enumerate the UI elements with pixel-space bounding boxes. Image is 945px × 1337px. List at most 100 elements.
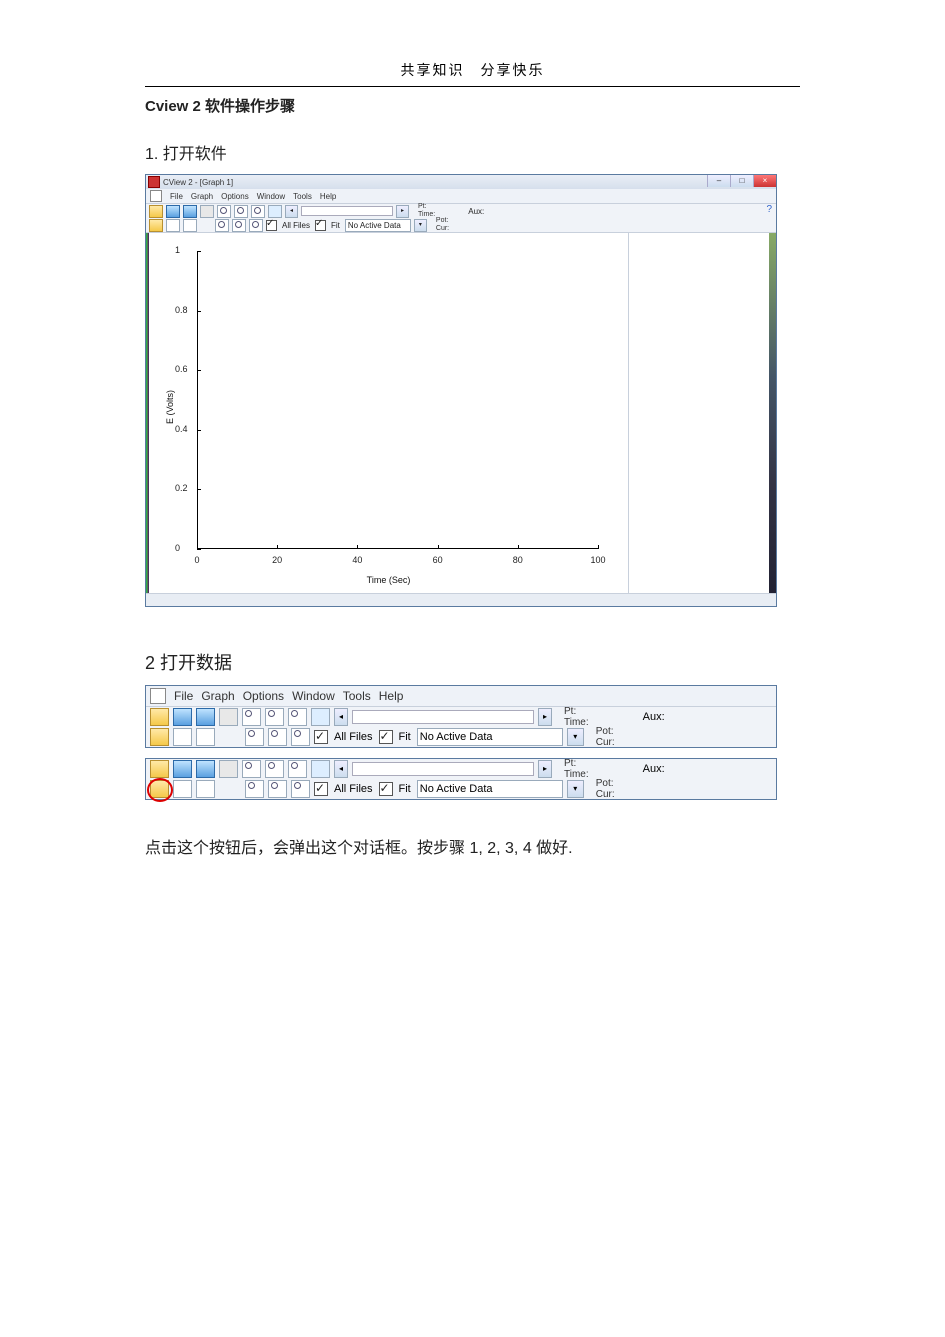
titlebar: CView 2 - [Graph 1] – □ × <box>146 175 776 189</box>
open-file-button-3[interactable] <box>150 760 169 778</box>
all-files-checkbox-2[interactable] <box>314 730 328 744</box>
open-data-button-3[interactable] <box>150 780 169 798</box>
plot-button[interactable] <box>183 219 197 232</box>
save-all-button[interactable] <box>183 205 197 218</box>
menu-help[interactable]: Help <box>320 192 336 201</box>
zoom-out-button-2[interactable] <box>265 708 284 726</box>
y-axis-label: E (Volts) <box>165 390 175 424</box>
zoom-in-3-button[interactable] <box>245 728 264 746</box>
menu-window[interactable]: Window <box>257 192 285 201</box>
refresh-button[interactable] <box>268 205 282 218</box>
prev-frame-button[interactable]: ◂ <box>285 205 298 218</box>
prev-frame-button-3[interactable]: ◂ <box>334 760 348 778</box>
aux-label-2: Aux: <box>643 711 665 723</box>
data-table-button-2[interactable] <box>173 728 192 746</box>
app-icon <box>148 176 160 188</box>
close-button[interactable]: × <box>753 175 776 187</box>
zoom-in-button-2[interactable] <box>242 708 261 726</box>
menu-file-2[interactable]: File <box>174 689 193 703</box>
fit-checkbox[interactable] <box>315 220 326 231</box>
minimize-button[interactable]: – <box>707 175 730 187</box>
plot-area <box>197 251 598 549</box>
time-slider[interactable] <box>301 206 393 216</box>
menu-graph-2[interactable]: Graph <box>201 689 234 703</box>
active-data-dropdown-3[interactable]: ▾ <box>567 780 584 798</box>
save-all-button-3[interactable] <box>196 760 215 778</box>
status-labels-2: Pot: Cur: <box>436 217 449 233</box>
all-files-label: All Files <box>280 221 312 230</box>
zoom-out-3-button[interactable] <box>268 728 287 746</box>
fit-label: Fit <box>329 221 342 230</box>
zoom-fit-button-2[interactable] <box>288 708 307 726</box>
all-files-label-3: All Files <box>332 783 375 795</box>
open-data-button-2[interactable] <box>150 728 169 746</box>
zoom-reset-2-button[interactable] <box>291 728 310 746</box>
help-pin-icon[interactable]: ? <box>766 204 772 215</box>
time-slider-2[interactable] <box>352 710 534 724</box>
zoom-in-2-button[interactable] <box>215 219 229 232</box>
print-button-2[interactable] <box>219 708 238 726</box>
active-data-combo-3[interactable]: No Active Data <box>417 780 563 798</box>
right-pane <box>629 233 769 593</box>
next-frame-button[interactable]: ▸ <box>396 205 409 218</box>
refresh-button-3[interactable] <box>311 760 330 778</box>
status-labels-b2: Pot: Cur: <box>596 726 615 748</box>
active-data-combo[interactable]: No Active Data <box>345 219 411 232</box>
next-frame-button-3[interactable]: ▸ <box>538 760 552 778</box>
menu-window-2[interactable]: Window <box>292 689 335 703</box>
save-button[interactable] <box>166 205 180 218</box>
status-labels: Pt: Time: <box>418 203 435 219</box>
zoom-fit-button-3[interactable] <box>288 760 307 778</box>
zoom-reset-3-button[interactable] <box>291 780 310 798</box>
active-data-dropdown-2[interactable]: ▾ <box>567 728 584 746</box>
save-all-button-2[interactable] <box>196 708 215 726</box>
zoom-reset-button[interactable] <box>249 219 263 232</box>
prev-frame-button-2[interactable]: ◂ <box>334 708 348 726</box>
fit-checkbox-3[interactable] <box>379 782 393 796</box>
all-files-checkbox-3[interactable] <box>314 782 328 796</box>
menu-options[interactable]: Options <box>221 192 249 201</box>
refresh-button-2[interactable] <box>311 708 330 726</box>
maximize-button[interactable]: □ <box>730 175 753 187</box>
menu-tools-2[interactable]: Tools <box>343 689 371 703</box>
zoom-in-button[interactable] <box>217 205 231 218</box>
plot-button-2[interactable] <box>196 728 215 746</box>
next-frame-button-2[interactable]: ▸ <box>538 708 552 726</box>
open-file-button[interactable] <box>149 205 163 218</box>
active-data-dropdown[interactable]: ▾ <box>414 219 427 232</box>
zoom-in-button-3[interactable] <box>242 760 261 778</box>
save-button-2[interactable] <box>173 708 192 726</box>
zoom-out-button[interactable] <box>234 205 248 218</box>
print-button-3[interactable] <box>219 760 238 778</box>
zoom-out-2-button[interactable] <box>232 219 246 232</box>
data-table-button[interactable] <box>166 219 180 232</box>
data-table-button-3[interactable] <box>173 780 192 798</box>
mdi-icon-2[interactable] <box>150 688 166 704</box>
zoom-in-4-button[interactable] <box>245 780 264 798</box>
zoom-fit-button[interactable] <box>251 205 265 218</box>
doc-title: Cview 2 软件操作步骤 <box>145 95 800 116</box>
menu-help-2[interactable]: Help <box>379 689 404 703</box>
zoom-out-button-3[interactable] <box>265 760 284 778</box>
active-data-combo-2[interactable]: No Active Data <box>417 728 563 746</box>
all-files-label-2: All Files <box>332 731 375 743</box>
zoom-out-4-button[interactable] <box>268 780 287 798</box>
all-files-checkbox[interactable] <box>266 220 277 231</box>
open-data-button[interactable] <box>149 219 163 232</box>
menu-options-2[interactable]: Options <box>243 689 284 703</box>
fit-checkbox-2[interactable] <box>379 730 393 744</box>
print-button[interactable] <box>200 205 214 218</box>
menu-file[interactable]: File <box>170 192 183 201</box>
toolbar-closeup-1: File Graph Options Window Tools Help ◂ ▸… <box>145 685 777 748</box>
window-title: CView 2 - [Graph 1] <box>163 178 233 187</box>
open-file-button-2[interactable] <box>150 708 169 726</box>
toolbar-closeup-2: ◂ ▸ Pt: Time: Aux: All Files Fit No Acti… <box>145 758 777 800</box>
save-button-3[interactable] <box>173 760 192 778</box>
plot-button-3[interactable] <box>196 780 215 798</box>
time-slider-3[interactable] <box>352 762 534 776</box>
chart-pane: E (Volts) Time (Sec) 00.20.40.60.8102040… <box>149 233 628 593</box>
status-labels-b3: Pot: Cur: <box>596 778 615 800</box>
menu-graph[interactable]: Graph <box>191 192 213 201</box>
menu-tools[interactable]: Tools <box>293 192 312 201</box>
mdi-icon[interactable] <box>150 190 162 202</box>
